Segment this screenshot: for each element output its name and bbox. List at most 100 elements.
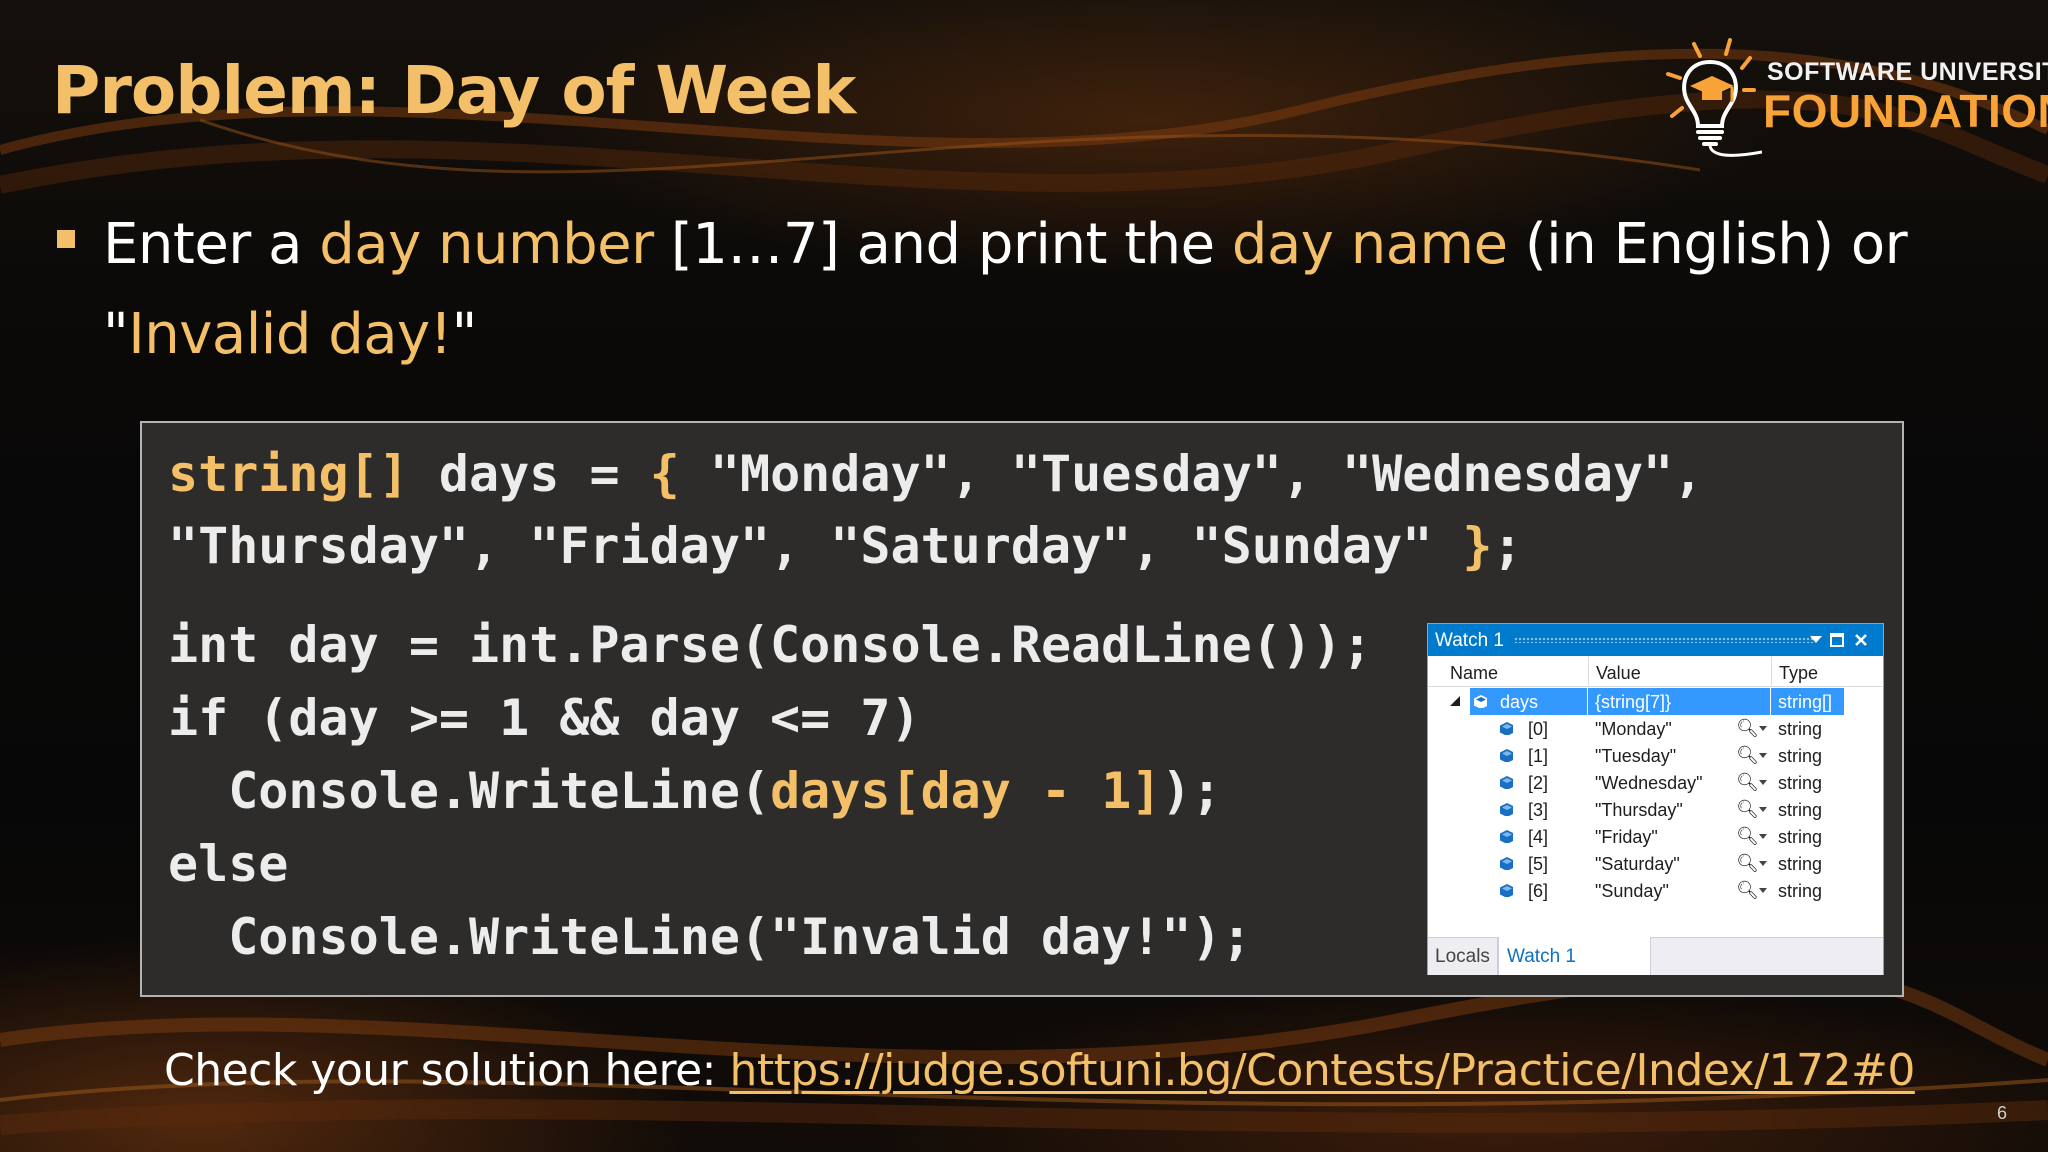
field-cube-icon bbox=[1474, 695, 1487, 708]
watch-value: "Friday" bbox=[1595, 827, 1658, 847]
field-cube-icon bbox=[1500, 776, 1513, 789]
watch-row[interactable]: [1] "Tuesday" 🔍︎ string bbox=[1428, 742, 1883, 769]
column-divider[interactable] bbox=[1588, 656, 1589, 686]
column-header-name[interactable]: Name bbox=[1450, 663, 1498, 684]
code-text: days = bbox=[408, 445, 650, 503]
tab-locals[interactable]: Locals bbox=[1435, 946, 1490, 968]
watch-name: [5] bbox=[1528, 854, 1549, 874]
code-text: ; bbox=[1492, 517, 1523, 575]
dropdown-arrow-icon[interactable] bbox=[1759, 726, 1772, 739]
dropdown-arrow-icon[interactable] bbox=[1759, 807, 1772, 820]
page-number: 6 bbox=[1997, 1103, 2008, 1123]
code-brace: { bbox=[649, 445, 680, 503]
watch-type: string bbox=[1778, 827, 1823, 847]
bullet-part: Enter a bbox=[103, 212, 320, 277]
watch-tab-strip: Locals Watch 1 bbox=[1428, 937, 1883, 975]
dropdown-arrow-icon[interactable] bbox=[1759, 861, 1772, 874]
watch-name: [6] bbox=[1528, 881, 1549, 901]
maximize-icon[interactable] bbox=[1830, 633, 1844, 647]
softuni-logo: SOFTWARE UNIVERSITY FOUNDATION bbox=[1650, 34, 2048, 164]
watch-value: "Wednesday" bbox=[1595, 773, 1703, 793]
bullet-part: " bbox=[451, 302, 478, 367]
watch-value: "Sunday" bbox=[1595, 881, 1669, 901]
code-line: Console.WriteLine(days[day - 1]); bbox=[168, 762, 1222, 820]
watch-name: [3] bbox=[1528, 800, 1549, 820]
solution-link[interactable]: https://judge.softuni.bg/Contests/Practi… bbox=[729, 1045, 1915, 1096]
field-cube-icon bbox=[1500, 857, 1513, 870]
code-line: if (day >= 1 && day <= 7) bbox=[168, 689, 921, 747]
close-icon[interactable] bbox=[1854, 633, 1868, 647]
code-brace: } bbox=[1462, 517, 1493, 575]
code-highlight: days[day - 1] bbox=[770, 762, 1162, 820]
code-line: string[] days = { "Monday", "Tuesday", "… bbox=[168, 445, 1703, 503]
column-header-type[interactable]: Type bbox=[1779, 663, 1818, 684]
magnifier-icon[interactable]: 🔍︎ bbox=[1736, 799, 1759, 820]
watch-row[interactable]: [3] "Thursday" 🔍︎ string bbox=[1428, 796, 1883, 823]
watch-type: string bbox=[1778, 773, 1823, 793]
watch-value: "Saturday" bbox=[1595, 854, 1680, 874]
watch-row[interactable]: [4] "Friday" 🔍︎ string bbox=[1428, 823, 1883, 850]
watch-column-headers: Name Value Type bbox=[1428, 656, 1883, 687]
code-text: "Thursday", "Friday", "Saturday", "Sunda… bbox=[168, 517, 1463, 575]
dropdown-arrow-icon[interactable] bbox=[1759, 888, 1772, 901]
watch-value: "Monday" bbox=[1595, 719, 1672, 739]
code-text: "Monday", "Tuesday", "Wednesday", bbox=[679, 445, 1704, 503]
watch-name: days bbox=[1500, 692, 1539, 712]
magnifier-icon[interactable]: 🔍︎ bbox=[1736, 745, 1759, 766]
magnifier-icon[interactable]: 🔍︎ bbox=[1736, 853, 1759, 874]
code-text: ); bbox=[1161, 762, 1222, 820]
square-bullet-icon bbox=[57, 230, 75, 248]
field-cube-icon bbox=[1500, 749, 1513, 762]
watch-row[interactable]: [5] "Saturday" 🔍︎ string bbox=[1428, 850, 1883, 877]
watch-name: [4] bbox=[1528, 827, 1549, 847]
watch-value: {string[7]} bbox=[1595, 692, 1672, 712]
watch-title: Watch 1 bbox=[1435, 630, 1504, 651]
watch-row[interactable]: [2] "Wednesday" 🔍︎ string bbox=[1428, 769, 1883, 796]
solution-link-line: Check your solution here: https://judge.… bbox=[164, 1045, 1915, 1096]
collapse-triangle-icon[interactable] bbox=[1450, 696, 1463, 709]
watch-type: string bbox=[1778, 854, 1823, 874]
magnifier-icon[interactable]: 🔍︎ bbox=[1736, 718, 1759, 739]
dropdown-arrow-icon[interactable] bbox=[1759, 834, 1772, 847]
column-divider[interactable] bbox=[1771, 656, 1772, 686]
dropdown-arrow-icon[interactable] bbox=[1759, 753, 1772, 766]
titlebar-grip[interactable] bbox=[1514, 637, 1814, 643]
magnifier-icon[interactable]: 🔍︎ bbox=[1736, 826, 1759, 847]
logo-line2: FOUNDATION bbox=[1763, 85, 2048, 137]
dropdown-arrow-icon[interactable] bbox=[1759, 780, 1772, 793]
logo-line1: SOFTWARE UNIVERSITY bbox=[1767, 58, 2048, 86]
watch-window: Watch 1 Name Value Type days {string[7]}… bbox=[1427, 623, 1884, 975]
bullet-text: Enter a day number [1…7] and print the d… bbox=[103, 200, 2003, 380]
watch-type: string bbox=[1778, 719, 1823, 739]
dropdown-arrow-icon[interactable] bbox=[1810, 636, 1822, 644]
magnifier-icon[interactable]: 🔍︎ bbox=[1736, 772, 1759, 793]
field-cube-icon bbox=[1500, 803, 1513, 816]
watch-name: [2] bbox=[1528, 773, 1549, 793]
watch-row[interactable]: [6] "Sunday" 🔍︎ string bbox=[1428, 877, 1883, 904]
field-cube-icon bbox=[1500, 830, 1513, 843]
watch-row-root[interactable]: days {string[7]} string[] bbox=[1428, 688, 1883, 715]
bullet-highlight: day name bbox=[1231, 212, 1508, 277]
column-header-value[interactable]: Value bbox=[1596, 663, 1641, 684]
bullet-part: [1…7] and print the bbox=[653, 212, 1232, 277]
bullet-highlight: day number bbox=[319, 212, 654, 277]
field-cube-icon bbox=[1500, 884, 1513, 897]
watch-name: [0] bbox=[1528, 719, 1549, 739]
watch-value: "Tuesday" bbox=[1595, 746, 1677, 766]
watch-value: "Thursday" bbox=[1595, 800, 1683, 820]
field-cube-icon bbox=[1500, 722, 1513, 735]
watch-type: string bbox=[1778, 800, 1823, 820]
watch-titlebar[interactable]: Watch 1 bbox=[1428, 624, 1883, 656]
watch-type: string bbox=[1778, 746, 1823, 766]
tab-watch-1[interactable]: Watch 1 bbox=[1507, 946, 1576, 968]
solution-prefix: Check your solution here: bbox=[164, 1045, 730, 1096]
code-line: int day = int.Parse(Console.ReadLine()); bbox=[168, 616, 1373, 674]
slide-title: Problem: Day of Week bbox=[52, 52, 856, 129]
code-line: "Thursday", "Friday", "Saturday", "Sunda… bbox=[168, 517, 1523, 575]
magnifier-icon[interactable]: 🔍︎ bbox=[1736, 880, 1759, 901]
bullet-highlight: Invalid day! bbox=[128, 302, 452, 367]
watch-type: string[] bbox=[1778, 692, 1833, 712]
watch-row[interactable]: [0] "Monday" 🔍︎ string bbox=[1428, 715, 1883, 742]
code-line: else bbox=[168, 835, 289, 893]
lightbulb-graduation-cap-icon bbox=[1666, 38, 1762, 157]
